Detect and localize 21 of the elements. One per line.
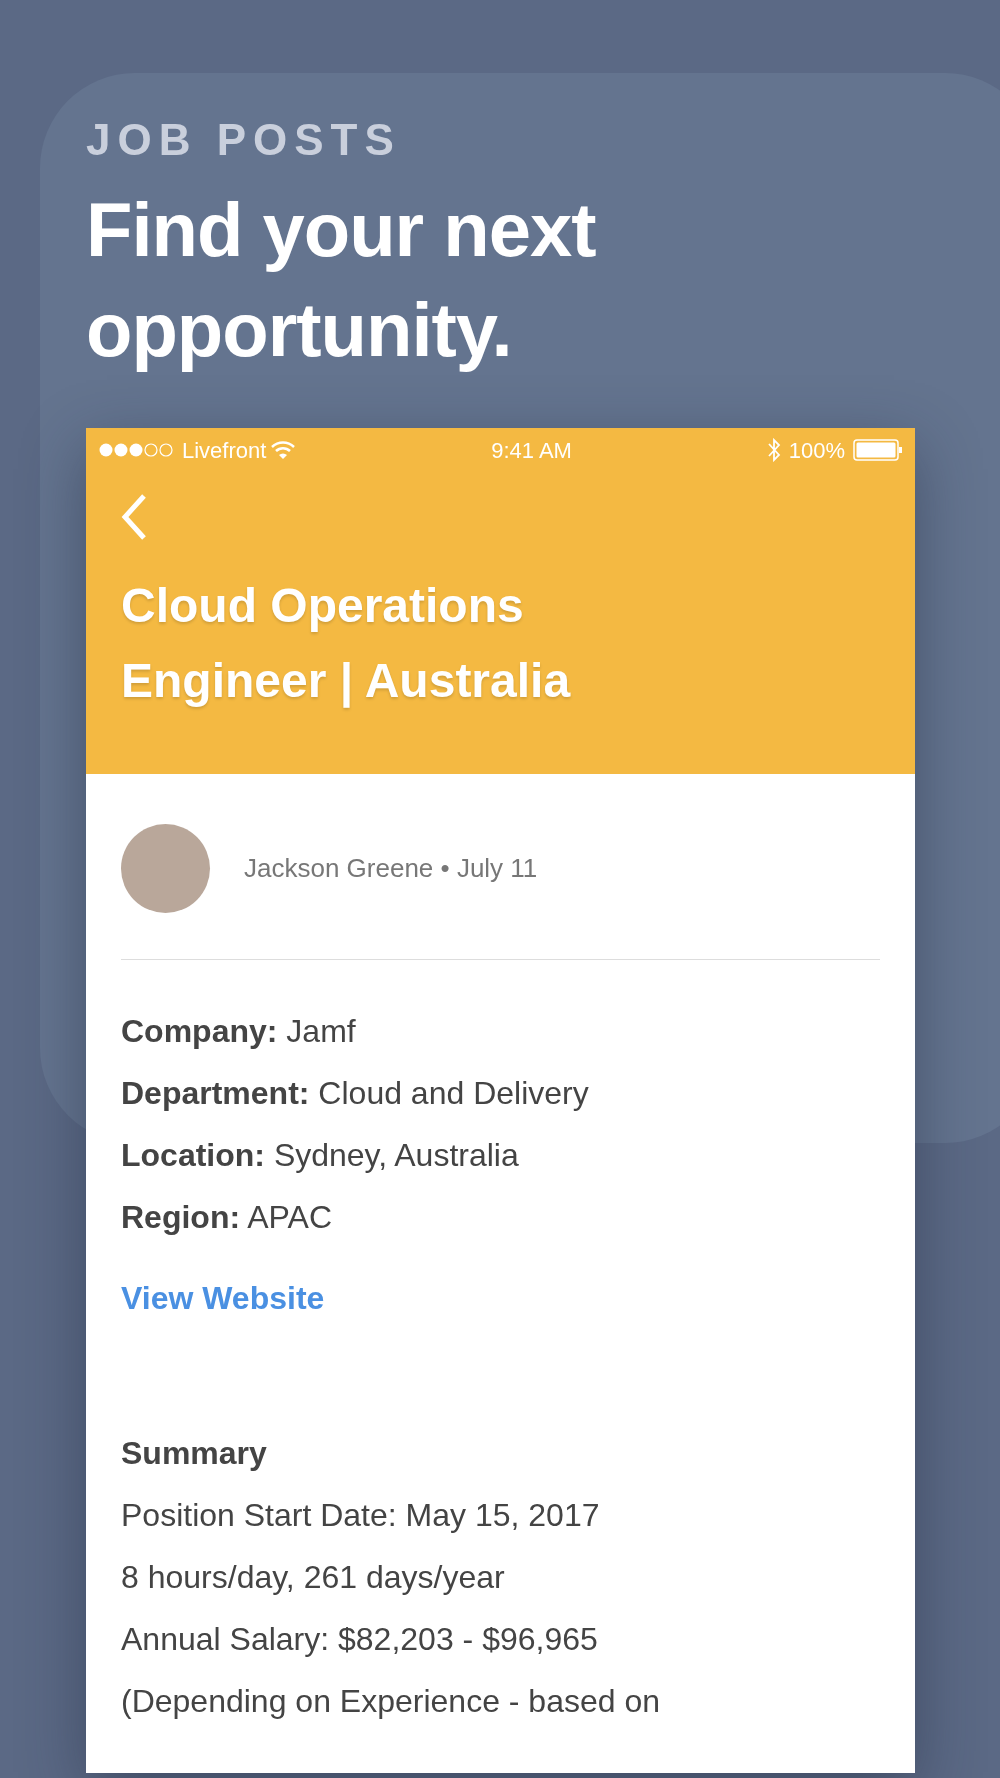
section-label: JOB POSTS <box>86 118 402 162</box>
battery-percentage: 100% <box>788 436 845 465</box>
detail-line: Region: APAC <box>121 1198 333 1237</box>
summary-heading: Summary <box>121 1434 268 1473</box>
summary-line: 8 hours/day, 261 days/year <box>121 1558 506 1597</box>
job-title: Cloud Operations Engineer | Australia <box>121 578 572 710</box>
view-website-link[interactable]: View Website <box>121 1274 325 1322</box>
detail-line: Department: Cloud and Delivery <box>121 1074 590 1113</box>
author-date: Jackson Greene • July 11 <box>244 852 538 885</box>
detail-line: Location: Sydney, Australia <box>121 1136 520 1175</box>
summary-line: Position Start Date: May 15, 2017 <box>121 1496 601 1535</box>
detail-line: Company: Jamf <box>121 1012 357 1051</box>
back-icon[interactable] <box>121 494 147 540</box>
wifi-icon <box>270 440 297 460</box>
summary-line: Annual Salary: $82,203 - $96,965 <box>121 1620 599 1659</box>
battery-icon <box>853 439 903 461</box>
clock-time: 9:41 AM <box>491 436 572 465</box>
bluetooth-icon <box>766 438 781 462</box>
carrier-name: Livefront <box>182 436 267 465</box>
summary-line: (Depending on Experience - based on <box>121 1682 662 1721</box>
headline: Find your next opportunity. <box>86 186 597 374</box>
